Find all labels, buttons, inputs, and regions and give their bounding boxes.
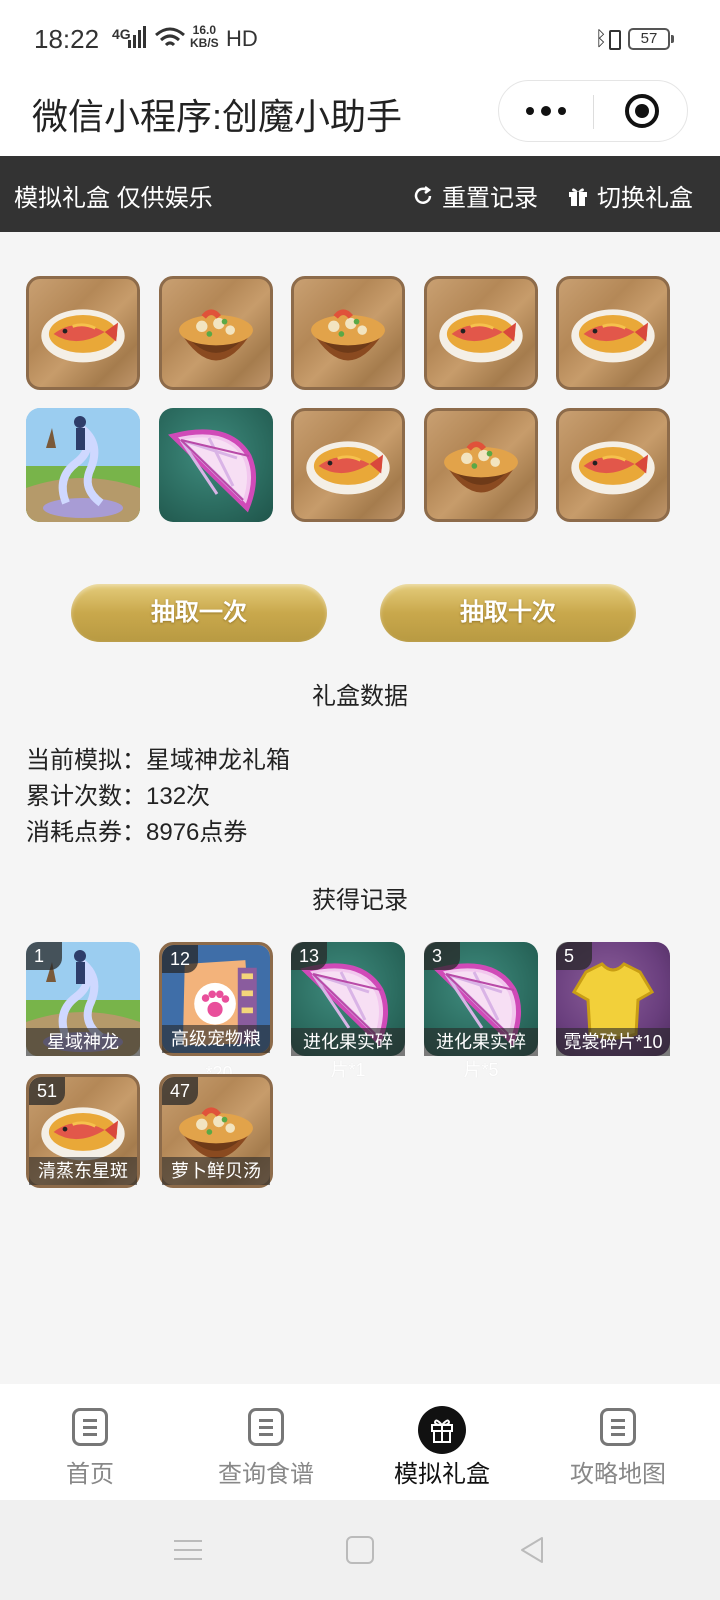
speed-unit: KB/S xyxy=(190,36,219,50)
total-cost: 消耗点券：8976点券 xyxy=(26,812,247,847)
cost-label: 消耗点券： xyxy=(26,819,146,846)
record-item: 1 星域神龙 xyxy=(26,942,140,1056)
page-title: 微信小程序:创魔小助手 xyxy=(32,96,403,137)
count-value: 132次 xyxy=(146,783,211,810)
record-item: 3 进化果实碎片*5 xyxy=(424,942,538,1080)
capsule-menu xyxy=(498,80,688,142)
draw-result-fruit xyxy=(159,408,273,522)
record-name: 进化果实碎 xyxy=(424,1028,538,1056)
vibrate-icon xyxy=(609,30,621,50)
battery-icon: 57 xyxy=(628,28,674,50)
total-count: 累计次数：132次 xyxy=(26,776,210,811)
document-icon xyxy=(248,1408,284,1446)
more-options-button[interactable] xyxy=(499,81,593,141)
recent-apps-button[interactable] xyxy=(174,1538,202,1562)
record-item: 51 清蒸东星斑 xyxy=(26,1074,140,1188)
back-button[interactable] xyxy=(516,1534,548,1566)
reset-records-button[interactable]: 重置记录 xyxy=(412,178,538,213)
close-mini-program-button[interactable] xyxy=(625,94,659,128)
status-bar: 18:22 4G 16.0 KB/S HD ᛒ 57 xyxy=(0,0,720,80)
record-count: 1 xyxy=(26,942,62,970)
current-label: 当前模拟： xyxy=(26,747,146,774)
record-count: 12 xyxy=(162,945,199,973)
record-item: 47 萝卜鲜贝汤 xyxy=(159,1074,273,1188)
record-item: 12 高级宠物粮 *20 xyxy=(159,942,273,1083)
tab-label: 首页 xyxy=(66,1461,114,1488)
record-count: 47 xyxy=(162,1077,199,1105)
document-icon xyxy=(72,1408,108,1446)
switch-box-button[interactable]: 切换礼盒 xyxy=(567,178,693,213)
current-value: 星域神龙礼箱 xyxy=(146,747,290,774)
hd-indicator: HD xyxy=(226,26,258,51)
tab-home[interactable]: 首页 xyxy=(0,1384,180,1500)
draw-ten-button[interactable]: 抽取十次 xyxy=(380,584,636,642)
record-name: 清蒸东星斑 xyxy=(29,1157,137,1185)
bluetooth-icon: ᛒ xyxy=(595,28,607,50)
record-name-overflow: 片*5 xyxy=(463,1060,499,1080)
tab-label: 查询食谱 xyxy=(218,1461,314,1488)
home-button[interactable] xyxy=(346,1536,374,1564)
record-name: 高级宠物粮 xyxy=(162,1025,270,1053)
tab-strategy-map[interactable]: 攻略地图 xyxy=(528,1384,708,1500)
draw-result-soup xyxy=(424,408,538,522)
draw-result-fish xyxy=(26,276,140,390)
tab-label: 攻略地图 xyxy=(570,1461,666,1488)
draw-result-soup xyxy=(159,276,273,390)
tab-gift-box[interactable]: 模拟礼盒 xyxy=(352,1384,532,1500)
wifi-icon xyxy=(155,27,185,47)
records-title: 获得记录 xyxy=(312,887,408,914)
toolbar-title: 模拟礼盒 仅供娱乐 xyxy=(14,185,213,212)
draw-once-button[interactable]: 抽取一次 xyxy=(71,584,327,642)
refresh-icon xyxy=(414,185,432,204)
record-name: 霓裳碎片*10 xyxy=(556,1028,670,1056)
speed-value: 16.0 xyxy=(192,23,217,37)
record-name: 星域神龙 xyxy=(26,1028,140,1056)
draw-result-fish xyxy=(556,408,670,522)
mini-program-header: 微信小程序:创魔小助手 xyxy=(0,80,720,156)
system-navigation-bar xyxy=(0,1500,720,1600)
draw-result-fish xyxy=(556,276,670,390)
record-count: 3 xyxy=(424,942,460,970)
draw-result-fish xyxy=(424,276,538,390)
tab-recipes[interactable]: 查询食谱 xyxy=(176,1384,356,1500)
record-item: 5 霓裳碎片*10 xyxy=(556,942,670,1056)
gift-icon xyxy=(569,187,587,206)
signal-icon xyxy=(128,26,146,48)
draw-result-fish xyxy=(291,408,405,522)
gift-box-toolbar: 模拟礼盒 仅供娱乐 重置记录 切换礼盒 xyxy=(0,156,720,232)
record-name: 进化果实碎 xyxy=(291,1028,405,1056)
draw-result-dragon xyxy=(26,408,140,522)
record-count: 51 xyxy=(29,1077,66,1105)
reset-records-label: 重置记录 xyxy=(442,185,538,212)
box-data-title: 礼盒数据 xyxy=(312,683,408,710)
count-label: 累计次数： xyxy=(26,783,146,810)
switch-box-label: 切换礼盒 xyxy=(597,185,693,212)
draw-result-soup xyxy=(291,276,405,390)
network-speed: 16.0 KB/S xyxy=(190,24,219,50)
record-count: 13 xyxy=(291,942,328,970)
status-time: 18:22 xyxy=(34,24,100,54)
cost-value: 8976点券 xyxy=(146,819,248,846)
current-simulation: 当前模拟：星域神龙礼箱 xyxy=(26,740,290,775)
tab-bar: 首页 查询食谱 模拟礼盒 攻略地图 xyxy=(0,1384,720,1500)
record-item: 13 进化果实碎片*1 xyxy=(291,942,405,1080)
record-name: 萝卜鲜贝汤 xyxy=(162,1157,270,1185)
gift-icon xyxy=(418,1406,466,1454)
tab-label: 模拟礼盒 xyxy=(394,1461,490,1488)
capsule-divider xyxy=(593,95,594,129)
record-count: 5 xyxy=(556,942,592,970)
record-name-overflow: 片*1 xyxy=(330,1060,366,1080)
document-icon xyxy=(600,1408,636,1446)
